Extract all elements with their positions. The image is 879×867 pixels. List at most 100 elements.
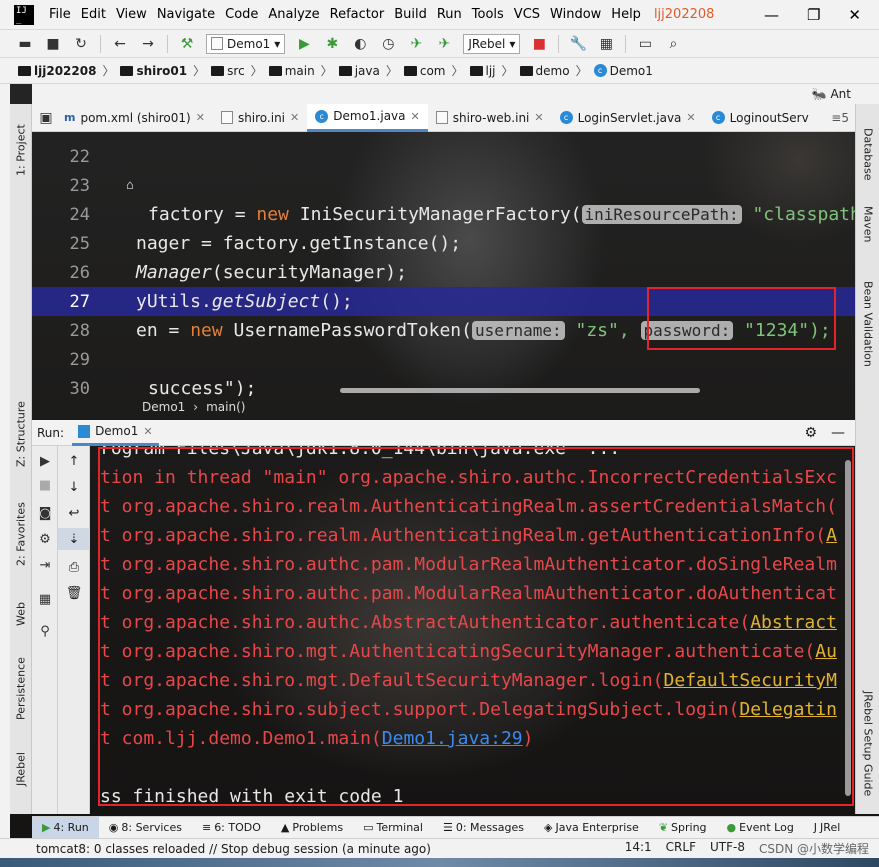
terminal-icon[interactable]: ▭ bbox=[636, 35, 654, 53]
crumb-com[interactable]: com bbox=[403, 64, 446, 78]
editor-horizontal-scrollbar[interactable] bbox=[340, 388, 700, 393]
tab-loginoutservlet-java[interactable]: c LoginoutServ bbox=[704, 104, 817, 132]
tab-loginservlet-java[interactable]: c LoginServlet.java ✕ bbox=[552, 104, 704, 132]
ant-tool-label[interactable]: Ant bbox=[830, 87, 851, 101]
crumb-module[interactable]: shiro01 bbox=[120, 64, 187, 78]
tool-event-log-tab[interactable]: ● Event Log bbox=[717, 817, 804, 839]
menu-analyze[interactable]: Analyze bbox=[263, 7, 324, 22]
stop-icon[interactable]: ■ bbox=[32, 474, 58, 496]
forward-arrow-icon[interactable]: → bbox=[139, 35, 157, 53]
tab-shiro-web-ini[interactable]: shiro-web.ini ✕ bbox=[428, 104, 552, 132]
close-icon[interactable]: ✕ bbox=[411, 110, 420, 123]
tool-database-tab[interactable]: Database bbox=[856, 124, 879, 184]
open-folder-icon[interactable]: ▬ bbox=[16, 35, 34, 53]
menu-file[interactable]: File bbox=[44, 7, 76, 22]
status-message[interactable]: tomcat8: 0 classes reloaded // Stop debu… bbox=[36, 842, 431, 856]
crumb-src[interactable]: src bbox=[211, 64, 245, 78]
run-tab-demo1[interactable]: Demo1 ✕ bbox=[72, 420, 159, 446]
close-icon[interactable]: ✕ bbox=[143, 425, 152, 438]
tool-favorites-tab[interactable]: 2: Favorites bbox=[10, 494, 32, 574]
down-arrow-icon[interactable]: ↓ bbox=[58, 476, 90, 498]
tool-jrebel-setup-tab[interactable]: JRebel Setup Guide bbox=[856, 684, 879, 804]
menu-navigate[interactable]: Navigate bbox=[152, 7, 220, 22]
print-icon[interactable]: ⎙ bbox=[58, 556, 90, 578]
layout-icon[interactable]: ▦ bbox=[32, 588, 58, 610]
code-editor[interactable]: 22 23 ⌂ 24 factory = new IniSecurityMana… bbox=[32, 132, 855, 396]
tool-spring-tab[interactable]: ❦ Spring bbox=[649, 817, 717, 839]
tool-maven-tab[interactable]: Maven bbox=[856, 199, 879, 249]
crumb-class[interactable]: c Demo1 bbox=[593, 64, 653, 78]
close-icon[interactable]: ✕ bbox=[686, 111, 695, 124]
tool-project-tab[interactable]: 1: Project bbox=[10, 110, 32, 190]
menu-refactor[interactable]: Refactor bbox=[325, 7, 390, 22]
crumb-main[interactable]: main bbox=[268, 64, 315, 78]
tool-jrebel-tab[interactable]: JRebel bbox=[10, 744, 32, 794]
crumb-java[interactable]: java bbox=[338, 64, 380, 78]
tool-persistence-tab[interactable]: Persistence bbox=[10, 654, 32, 724]
more-tabs-button[interactable]: ≡5 bbox=[825, 111, 855, 125]
run-config-select[interactable]: Demo1 ▾ bbox=[206, 33, 286, 54]
trash-icon[interactable]: 🗑 bbox=[58, 582, 90, 604]
tool-bean-validation-tab[interactable]: Bean Validation bbox=[856, 269, 879, 379]
tool-services-tab[interactable]: ◉ 8: Services bbox=[99, 817, 192, 839]
tool-problems-tab[interactable]: ▲ Problems bbox=[271, 817, 353, 839]
run-play-icon[interactable]: ▶ bbox=[295, 35, 313, 53]
pin-icon[interactable]: ⚲ bbox=[32, 620, 58, 642]
menu-vcs[interactable]: VCS bbox=[509, 7, 545, 22]
minimize-panel-icon[interactable]: — bbox=[831, 425, 845, 441]
menu-tools[interactable]: Tools bbox=[467, 7, 509, 22]
back-arrow-icon[interactable]: ← bbox=[111, 35, 129, 53]
jrebel-run-icon[interactable]: ✈ bbox=[407, 35, 425, 53]
tool-terminal-tab[interactable]: ▭ Terminal bbox=[353, 817, 433, 839]
settings-wrench-icon[interactable]: 🔧 bbox=[569, 35, 587, 53]
editor-crumb-method[interactable]: main() bbox=[206, 400, 245, 414]
debug-bug-icon[interactable]: ✱ bbox=[323, 35, 341, 53]
up-arrow-icon[interactable]: ↑ bbox=[58, 450, 90, 472]
recent-files-icon[interactable]: ▣ bbox=[36, 109, 56, 127]
crumb-project[interactable]: ljj202208 bbox=[18, 64, 96, 78]
coverage-icon[interactable]: ◐ bbox=[351, 35, 369, 53]
project-structure-icon[interactable]: ▦ bbox=[597, 35, 615, 53]
soft-wrap-icon[interactable]: ↩ bbox=[58, 502, 90, 524]
tool-java-enterprise-tab[interactable]: ◈ Java Enterprise bbox=[534, 817, 649, 839]
caret-position[interactable]: 14:1 bbox=[625, 840, 652, 857]
tool-jrebel-console-tab[interactable]: J JRel bbox=[804, 817, 850, 839]
save-icon[interactable]: ■ bbox=[44, 35, 62, 53]
maximize-button[interactable]: ❐ bbox=[807, 6, 820, 24]
jrebel-select[interactable]: JRebel ▾ bbox=[463, 33, 521, 54]
tool-web-tab[interactable]: Web bbox=[10, 594, 32, 634]
line-separator[interactable]: CRLF bbox=[666, 840, 696, 857]
jrebel-debug-icon[interactable]: ✈ bbox=[435, 35, 453, 53]
close-icon[interactable]: ✕ bbox=[534, 111, 543, 124]
search-icon[interactable]: ⌕ bbox=[664, 35, 682, 53]
menu-window[interactable]: Window bbox=[545, 7, 606, 22]
menu-run[interactable]: Run bbox=[432, 7, 467, 22]
crumb-ljj[interactable]: ljj bbox=[469, 64, 496, 78]
file-encoding[interactable]: UTF-8 bbox=[710, 840, 745, 857]
stop-icon[interactable]: ■ bbox=[530, 35, 548, 53]
gear-icon[interactable]: ⚙ bbox=[804, 425, 817, 441]
exit-icon[interactable]: ⇥ bbox=[32, 554, 58, 576]
profile-icon[interactable]: ◷ bbox=[379, 35, 397, 53]
tool-todo-tab[interactable]: ≡ 6: TODO bbox=[192, 817, 271, 839]
minimize-button[interactable]: — bbox=[764, 6, 779, 24]
tool-structure-tab[interactable]: Z: Structure bbox=[10, 394, 32, 474]
menu-edit[interactable]: Edit bbox=[76, 7, 111, 22]
tab-pom-xml[interactable]: m pom.xml (shiro01) ✕ bbox=[56, 104, 213, 132]
menu-help[interactable]: Help bbox=[606, 7, 646, 22]
tool-run-tab[interactable]: ▶ 4: Run bbox=[32, 816, 99, 839]
sync-icon[interactable]: ↻ bbox=[72, 35, 90, 53]
rerun-icon[interactable]: ▶ bbox=[32, 450, 58, 472]
fold-marker-icon[interactable]: ⌂ bbox=[126, 178, 134, 193]
tool-messages-tab[interactable]: ☰ 0: Messages bbox=[433, 817, 534, 839]
menu-code[interactable]: Code bbox=[220, 7, 263, 22]
crumb-demo[interactable]: demo bbox=[519, 64, 570, 78]
tab-shiro-ini[interactable]: shiro.ini ✕ bbox=[213, 104, 307, 132]
scroll-to-end-icon[interactable]: ⇣ bbox=[58, 528, 90, 550]
build-hammer-icon[interactable]: ⚒ bbox=[178, 35, 196, 53]
close-icon[interactable]: ✕ bbox=[290, 111, 299, 124]
tab-demo1-java[interactable]: c Demo1.java ✕ bbox=[307, 103, 428, 132]
close-icon[interactable]: ✕ bbox=[196, 111, 205, 124]
camera-icon[interactable]: ◙ bbox=[32, 502, 58, 524]
settings-icon[interactable]: ⚙ bbox=[32, 528, 58, 550]
